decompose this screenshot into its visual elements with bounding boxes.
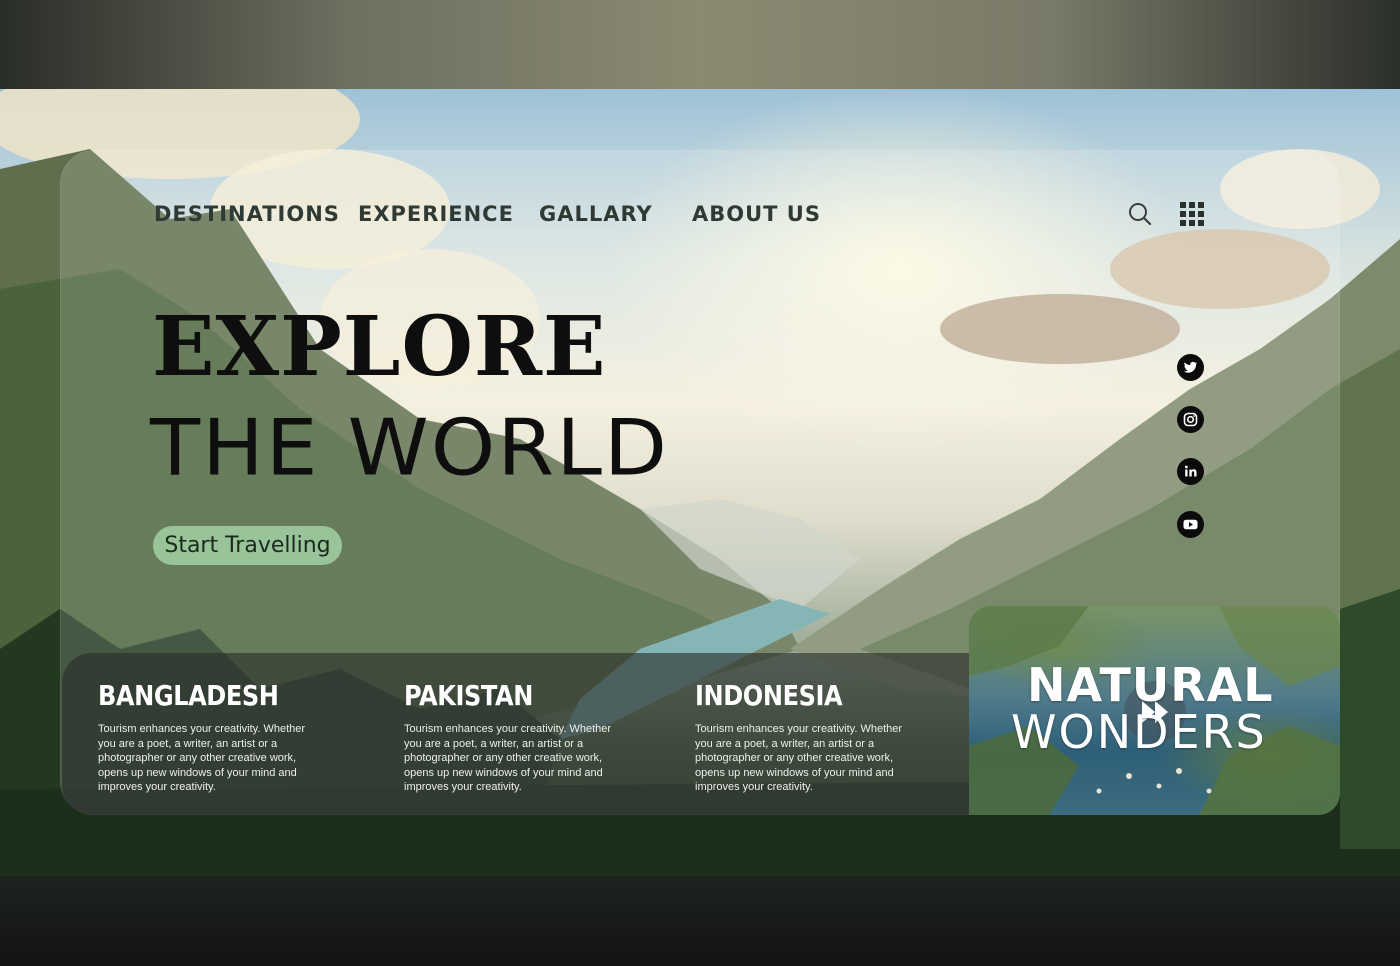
hero-title-line-1: EXPLORE [152, 299, 607, 395]
nav-item-about-us[interactable]: ABOUT US [692, 202, 821, 226]
youtube-icon[interactable] [1177, 511, 1204, 538]
destination-description: Tourism enhances your creativity. Whethe… [404, 723, 612, 794]
search-icon[interactable] [1127, 201, 1153, 227]
grid-menu-icon[interactable] [1179, 201, 1205, 227]
video-title-line-2: WONDERS [1011, 705, 1267, 759]
background-frame-top [0, 0, 1400, 89]
destination-card-pakistan[interactable]: PAKISTAN Tourism enhances your creativit… [404, 678, 624, 795]
destination-description: Tourism enhances your creativity. Whethe… [98, 723, 306, 794]
start-travelling-button[interactable]: Start Travelling [153, 526, 342, 565]
destination-card-bangladesh[interactable]: BANGLADESH Tourism enhances your creativ… [98, 678, 318, 795]
destination-card-indonesia[interactable]: INDONESIA Tourism enhances your creativi… [695, 678, 915, 795]
natural-wonders-video-card[interactable]: NATURAL WONDERS [969, 606, 1340, 815]
hero-title-line-2: THE WORLD [150, 403, 670, 494]
destination-description: Tourism enhances your creativity. Whethe… [695, 723, 903, 794]
destination-name: INDONESIA [695, 679, 843, 712]
nav-item-gallary[interactable]: GALLARY [539, 202, 653, 226]
video-title-line-1: NATURAL [1027, 658, 1274, 712]
nav-item-destinations[interactable]: DESTINATIONS [154, 202, 340, 226]
destination-name: PAKISTAN [404, 679, 533, 712]
background-frame-bottom [0, 876, 1400, 966]
twitter-icon[interactable] [1177, 354, 1204, 381]
destination-name: BANGLADESH [98, 679, 279, 712]
instagram-icon[interactable] [1177, 406, 1204, 433]
linkedin-icon[interactable] [1177, 458, 1204, 485]
nav-item-experience[interactable]: EXPERIENCE [358, 202, 514, 226]
